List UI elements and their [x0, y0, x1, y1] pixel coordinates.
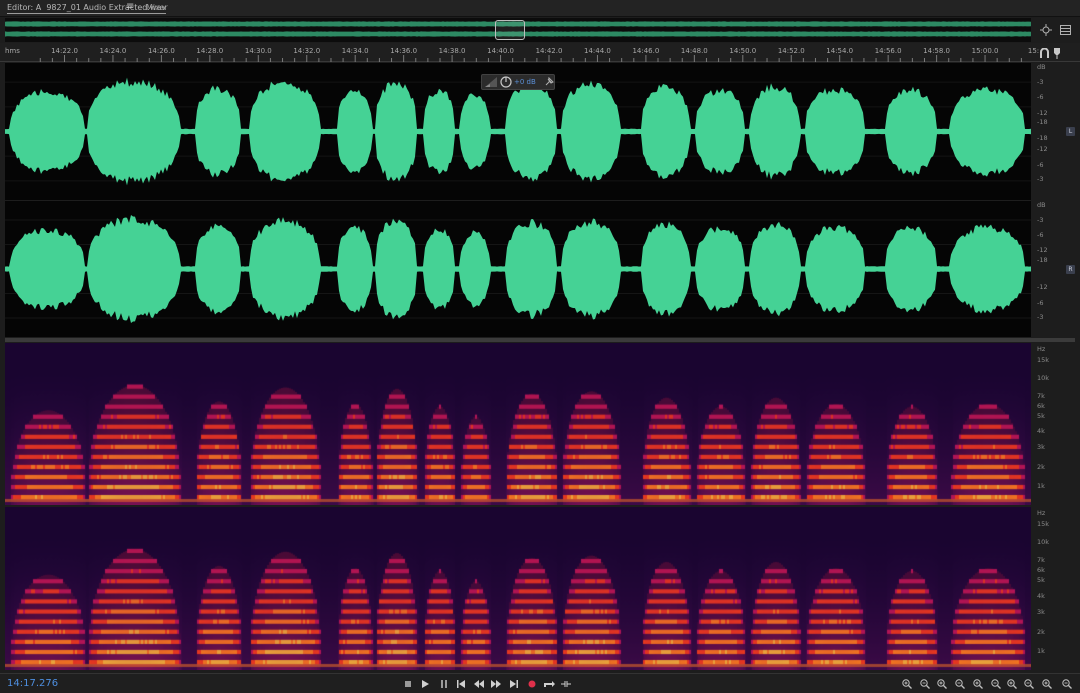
- hz-scale-left: Hz 15k 10k 7k 6k 5k 4k 3k 2k 1k: [1033, 343, 1063, 505]
- ruler-tick-marks: [39, 55, 1022, 62]
- fast-forward-icon[interactable]: [489, 677, 503, 691]
- transport-bar: 14:17.276: [0, 673, 1080, 693]
- hz-scale-right: Hz 15k 10k 7k 6k 5k 4k 3k 2k 1k: [1033, 507, 1063, 670]
- spectral-channel-left[interactable]: [5, 343, 1031, 505]
- zoom-full-icon[interactable]: [971, 677, 984, 691]
- waveform-right-graphic: [5, 215, 1031, 323]
- zoom-in-amplitude-icon[interactable]: [900, 677, 913, 691]
- db-scale-label: -12: [1037, 283, 1048, 291]
- amplitude-hud[interactable]: +0 dB: [481, 74, 555, 90]
- tab-editor[interactable]: Editor: A 9827_01 Audio Extracted.wav: [7, 3, 167, 14]
- db-scale-label: -18: [1037, 134, 1048, 142]
- skip-selection-icon[interactable]: [559, 677, 573, 691]
- hz-scale-label: 10k: [1037, 538, 1050, 547]
- record-icon[interactable]: [525, 677, 539, 691]
- marker-icon[interactable]: [1049, 45, 1065, 61]
- zoom-in-time-icon[interactable]: [935, 677, 948, 691]
- db-scale-label: -18: [1037, 118, 1048, 126]
- hz-scale-label: 2k: [1037, 463, 1045, 471]
- db-scale-label: -3: [1037, 313, 1044, 321]
- hz-scale-label: 2k: [1037, 627, 1045, 636]
- hz-scale-label: 7k: [1037, 392, 1045, 400]
- zoom-out-amplitude-icon[interactable]: [918, 677, 931, 691]
- hz-scale-label: 10k: [1037, 374, 1050, 382]
- loop-icon[interactable]: [542, 677, 556, 691]
- db-scale-label: -3: [1037, 216, 1044, 224]
- db-scale-label: -6: [1037, 299, 1044, 307]
- pin-icon[interactable]: [544, 77, 554, 87]
- hz-scale-label: 1k: [1037, 646, 1045, 655]
- db-scale-label: -6: [1037, 231, 1044, 239]
- zoom-in-right-icon[interactable]: [1022, 677, 1035, 691]
- db-scale-label: -18: [1037, 256, 1048, 264]
- pause-icon[interactable]: [437, 677, 451, 691]
- channel-tag-left[interactable]: L: [1066, 127, 1075, 136]
- waveform-shape: [5, 215, 1031, 323]
- zoom-undo-icon[interactable]: [1060, 677, 1073, 691]
- hz-scale-label: 15k: [1037, 356, 1050, 364]
- spectral-channel-right[interactable]: [5, 507, 1031, 670]
- amplitude-knob-icon[interactable]: [500, 76, 512, 88]
- zoom-out-time-icon[interactable]: [953, 677, 966, 691]
- spectrogram-left: [5, 343, 1031, 505]
- spectrogram-right: [5, 507, 1031, 670]
- overview-viewport-handle[interactable]: [495, 20, 525, 40]
- editor-tab-bar: Editor: A 9827_01 Audio Extracted.wav ≡ …: [0, 0, 1080, 17]
- overview-waveform[interactable]: [5, 18, 1031, 42]
- db-scale-label: -12: [1037, 109, 1048, 117]
- time-ruler[interactable]: hms 14:22.0 14:24.0 14:26.0 14:28.0 14:30.0 1…: [0, 43, 1080, 62]
- view-divider[interactable]: [5, 338, 1075, 342]
- waveform-channel-right[interactable]: [5, 201, 1031, 337]
- stop-icon[interactable]: [401, 677, 415, 691]
- tab-menu-icon[interactable]: ≡: [126, 1, 134, 12]
- amplitude-value[interactable]: +0 dB: [514, 78, 536, 86]
- db-scale-label: -3: [1037, 78, 1044, 86]
- hz-scale-label: 5k: [1037, 576, 1045, 585]
- db-scale-label: -6: [1037, 161, 1044, 169]
- zoom-in-left-icon[interactable]: [1005, 677, 1018, 691]
- db-scale-label: -12: [1037, 246, 1048, 254]
- hz-scale-label: 3k: [1037, 607, 1045, 616]
- hz-scale-label: 1k: [1037, 482, 1045, 490]
- hz-unit-label: Hz: [1037, 345, 1046, 353]
- hz-scale-label: 7k: [1037, 556, 1045, 565]
- skip-forward-icon[interactable]: [507, 677, 521, 691]
- hz-scale-label: 4k: [1037, 591, 1045, 600]
- skip-back-icon[interactable]: [454, 677, 468, 691]
- channel-tag-right[interactable]: R: [1066, 265, 1075, 274]
- rewind-icon[interactable]: [472, 677, 486, 691]
- db-unit-label: dB: [1037, 201, 1046, 209]
- hz-scale-label: 6k: [1037, 402, 1045, 410]
- hz-scale-label: 5k: [1037, 412, 1045, 420]
- waveform-shape: [5, 77, 1031, 186]
- db-scale-label: -6: [1037, 93, 1044, 101]
- play-icon[interactable]: [418, 677, 432, 691]
- db-scale-label: -12: [1037, 145, 1048, 153]
- hz-scale-label: 3k: [1037, 443, 1045, 451]
- db-unit-label: dB: [1037, 63, 1046, 71]
- level-meter-icon: [485, 77, 497, 87]
- db-scale-left: dB -3 -6 -12 -18 -18 -12 -6 -3: [1033, 63, 1063, 200]
- zoom-tool-icon[interactable]: [1038, 22, 1054, 38]
- panel-toggle-icon[interactable]: [1057, 22, 1073, 38]
- hz-scale-label: 4k: [1037, 427, 1045, 435]
- tab-mixer[interactable]: Mixer: [146, 3, 168, 12]
- current-time[interactable]: 14:17.276: [7, 678, 58, 689]
- tab-editor-label: Editor: A: [7, 3, 42, 12]
- zoom-selection-icon[interactable]: [989, 677, 1002, 691]
- db-scale-label: -3: [1037, 175, 1044, 183]
- zoom-fit-icon[interactable]: [1040, 677, 1053, 691]
- hz-scale-label: 15k: [1037, 520, 1050, 529]
- hz-unit-label: Hz: [1037, 509, 1046, 517]
- hz-scale-label: 6k: [1037, 566, 1045, 575]
- db-scale-right: dB -3 -6 -12 -18 -12 -6 -3: [1033, 201, 1063, 337]
